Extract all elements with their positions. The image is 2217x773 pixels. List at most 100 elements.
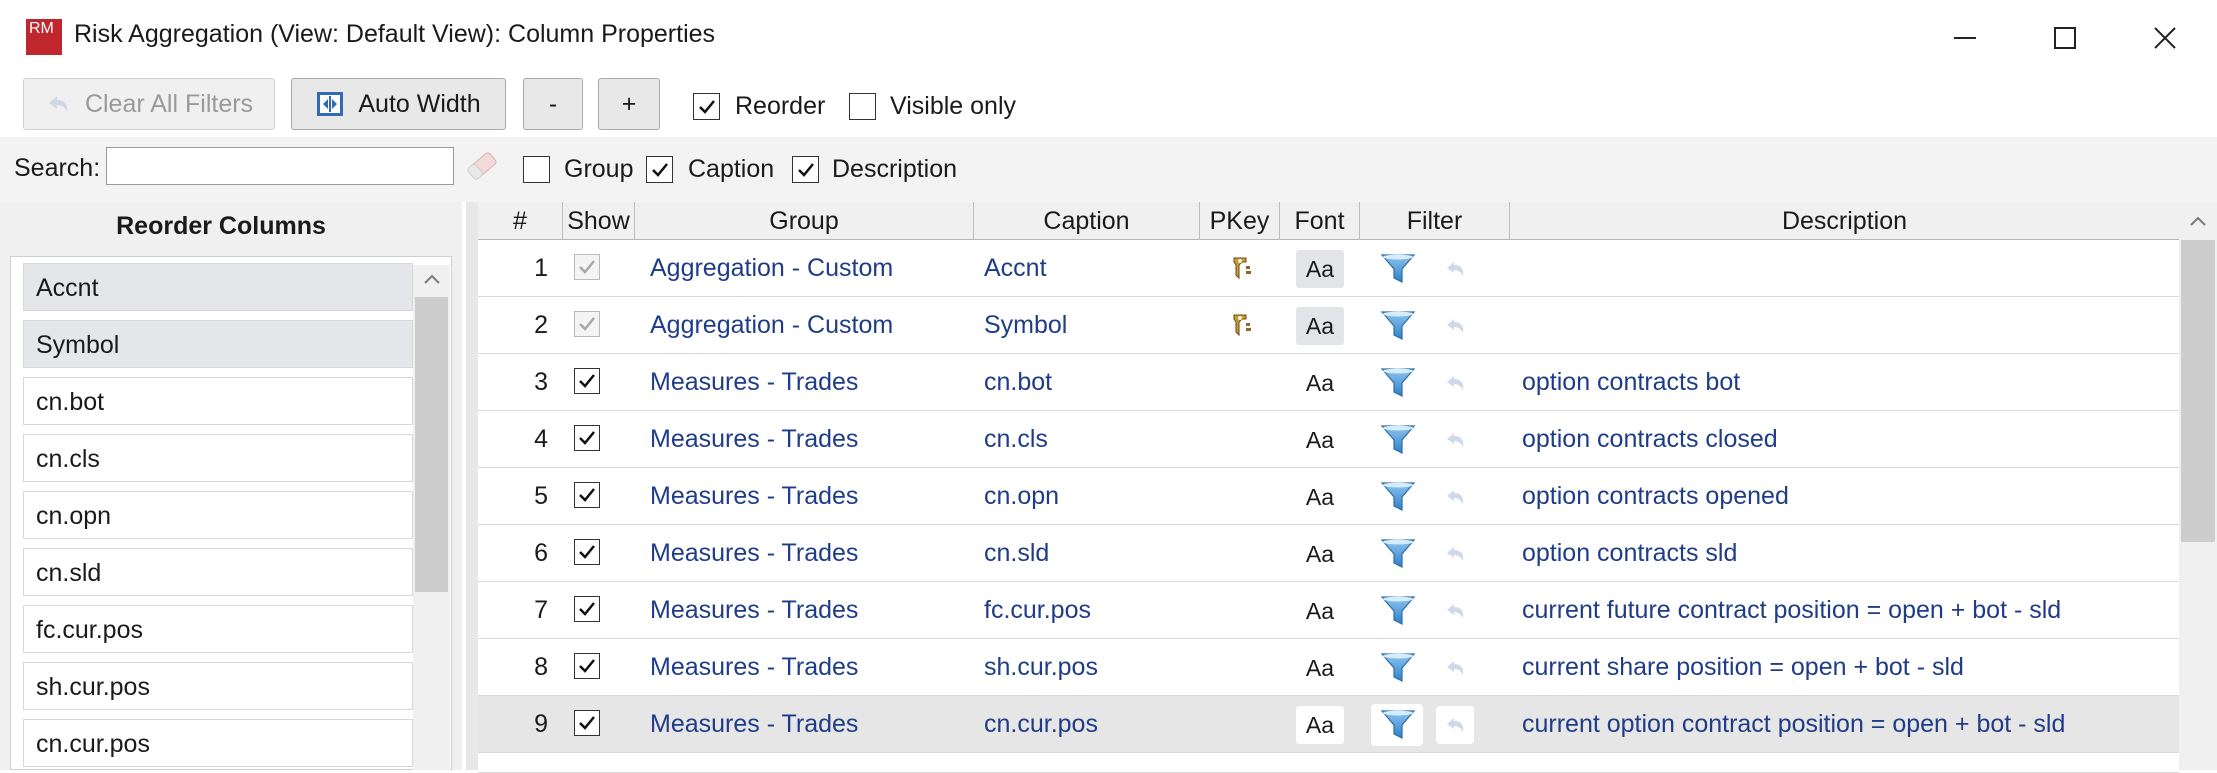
chevron-up-icon[interactable] bbox=[2189, 214, 2207, 228]
table-row[interactable]: 8 Measures - Trades sh.cur.pos Aa current sh… bbox=[478, 639, 2179, 696]
group-cell[interactable]: Measures - Trades bbox=[650, 411, 858, 467]
show-checkbox[interactable] bbox=[574, 653, 600, 679]
filter-icon[interactable] bbox=[1378, 366, 1418, 400]
column-header-caption[interactable]: Caption bbox=[974, 202, 1200, 240]
font-button[interactable]: Aa bbox=[1296, 478, 1344, 516]
caption-cell[interactable]: Symbol bbox=[984, 297, 1067, 353]
filter-icon[interactable] bbox=[1378, 537, 1418, 571]
search-input[interactable] bbox=[106, 147, 454, 185]
list-item[interactable]: cn.opn bbox=[23, 491, 413, 539]
column-header-number[interactable]: # bbox=[478, 202, 563, 240]
filter-icon[interactable] bbox=[1378, 708, 1418, 742]
close-button[interactable] bbox=[2135, 14, 2195, 62]
reorder-checkbox[interactable] bbox=[693, 93, 720, 120]
list-item[interactable]: cn.bot bbox=[23, 377, 413, 425]
group-cell[interactable]: Measures - Trades bbox=[650, 468, 858, 524]
group-cell[interactable]: Measures - Trades bbox=[650, 639, 858, 695]
column-header-show[interactable]: Show bbox=[563, 202, 635, 240]
group-checkbox[interactable] bbox=[523, 156, 550, 183]
table-row[interactable]: 9 Measures - Trades cn.cur.pos Aa current op… bbox=[478, 696, 2179, 753]
column-header-font[interactable]: Font bbox=[1280, 202, 1360, 240]
table-row[interactable]: 1 Aggregation - Custom Accnt Aa bbox=[478, 240, 2179, 297]
font-button[interactable]: Aa bbox=[1296, 592, 1344, 630]
font-button[interactable]: Aa bbox=[1296, 706, 1344, 744]
table-row[interactable]: 4 Measures - Trades cn.cls Aa option contrac… bbox=[478, 411, 2179, 468]
column-header-pkey[interactable]: PKey bbox=[1200, 202, 1280, 240]
caption-cell[interactable]: sh.cur.pos bbox=[984, 639, 1098, 695]
show-checkbox[interactable] bbox=[574, 425, 600, 451]
show-checkbox[interactable] bbox=[574, 710, 600, 736]
table-row[interactable] bbox=[478, 753, 2179, 773]
description-cell[interactable]: current future contract position = open … bbox=[1522, 582, 2061, 638]
filter-icon[interactable] bbox=[1378, 480, 1418, 514]
caption-cell[interactable]: fc.cur.pos bbox=[984, 582, 1091, 638]
show-checkbox[interactable] bbox=[574, 368, 600, 394]
key-icon[interactable] bbox=[1228, 254, 1256, 282]
description-cell[interactable]: current share position = open + bot - sl… bbox=[1522, 639, 1964, 695]
eraser-icon[interactable] bbox=[462, 148, 502, 184]
table-row[interactable]: 3 Measures - Trades cn.bot Aa option contrac… bbox=[478, 354, 2179, 411]
minimize-button[interactable] bbox=[1935, 14, 1995, 62]
clear-filter-button[interactable] bbox=[1436, 250, 1474, 288]
clear-filter-button[interactable] bbox=[1436, 535, 1474, 573]
column-header-filter[interactable]: Filter bbox=[1360, 202, 1510, 240]
column-header-description[interactable]: Description bbox=[1510, 202, 2179, 240]
font-button[interactable]: Aa bbox=[1296, 649, 1344, 687]
group-cell[interactable]: Measures - Trades bbox=[650, 582, 858, 638]
grid-scrollbar-thumb[interactable] bbox=[2181, 240, 2215, 542]
font-button[interactable]: Aa bbox=[1296, 250, 1344, 288]
list-item[interactable]: cn.cls bbox=[23, 434, 413, 482]
caption-cell[interactable]: cn.bot bbox=[984, 354, 1052, 410]
group-cell[interactable]: Measures - Trades bbox=[650, 354, 858, 410]
description-cell[interactable]: option contracts sld bbox=[1522, 525, 1737, 581]
clear-filter-button[interactable] bbox=[1436, 592, 1474, 630]
column-header-group[interactable]: Group bbox=[635, 202, 974, 240]
clear-filter-button[interactable] bbox=[1436, 478, 1474, 516]
show-checkbox[interactable] bbox=[574, 254, 600, 280]
description-cell[interactable]: option contracts opened bbox=[1522, 468, 1789, 524]
caption-cell[interactable]: cn.cur.pos bbox=[984, 696, 1098, 752]
filter-icon[interactable] bbox=[1378, 309, 1418, 343]
caption-cell[interactable]: Accnt bbox=[984, 240, 1047, 296]
font-button[interactable]: Aa bbox=[1296, 364, 1344, 402]
font-button[interactable]: Aa bbox=[1296, 307, 1344, 345]
filter-icon[interactable] bbox=[1378, 423, 1418, 457]
caption-cell[interactable]: cn.cls bbox=[984, 411, 1048, 467]
filter-icon[interactable] bbox=[1378, 594, 1418, 628]
font-button[interactable]: Aa bbox=[1296, 421, 1344, 459]
caption-cell[interactable]: cn.opn bbox=[984, 468, 1059, 524]
group-cell[interactable]: Measures - Trades bbox=[650, 525, 858, 581]
decrease-width-button[interactable]: - bbox=[523, 78, 583, 130]
clear-filter-button[interactable] bbox=[1436, 307, 1474, 345]
caption-cell[interactable]: cn.sld bbox=[984, 525, 1049, 581]
auto-width-button[interactable]: Auto Width bbox=[291, 78, 506, 130]
show-checkbox[interactable] bbox=[574, 596, 600, 622]
description-cell[interactable]: option contracts closed bbox=[1522, 411, 1778, 467]
table-row[interactable]: 6 Measures - Trades cn.sld Aa option contrac… bbox=[478, 525, 2179, 582]
increase-width-button[interactable]: + bbox=[598, 78, 660, 130]
group-cell[interactable]: Aggregation - Custom bbox=[650, 240, 893, 296]
table-row[interactable]: 2 Aggregation - Custom Symbol Aa bbox=[478, 297, 2179, 354]
show-checkbox[interactable] bbox=[574, 482, 600, 508]
show-checkbox[interactable] bbox=[574, 539, 600, 565]
list-item[interactable]: Symbol bbox=[23, 320, 413, 368]
list-item[interactable]: Accnt bbox=[23, 263, 413, 311]
group-cell[interactable]: Aggregation - Custom bbox=[650, 297, 893, 353]
list-item[interactable]: cn.sld bbox=[23, 548, 413, 596]
clear-all-filters-button[interactable]: Clear All Filters bbox=[23, 78, 275, 130]
clear-filter-button[interactable] bbox=[1436, 706, 1474, 744]
description-cell[interactable]: option contracts bot bbox=[1522, 354, 1740, 410]
caption-checkbox[interactable] bbox=[646, 156, 673, 183]
reorder-scrollbar-thumb[interactable] bbox=[415, 297, 448, 592]
table-row[interactable]: 5 Measures - Trades cn.opn Aa option contrac… bbox=[478, 468, 2179, 525]
clear-filter-button[interactable] bbox=[1436, 421, 1474, 459]
visible-only-checkbox[interactable] bbox=[849, 93, 876, 120]
list-item[interactable]: fc.cur.pos bbox=[23, 605, 413, 653]
clear-filter-button[interactable] bbox=[1436, 649, 1474, 687]
font-button[interactable]: Aa bbox=[1296, 535, 1344, 573]
clear-filter-button[interactable] bbox=[1436, 364, 1474, 402]
table-row[interactable]: 7 Measures - Trades fc.cur.pos Aa current fu… bbox=[478, 582, 2179, 639]
chevron-up-icon[interactable] bbox=[423, 272, 441, 286]
filter-icon[interactable] bbox=[1378, 651, 1418, 685]
group-cell[interactable]: Measures - Trades bbox=[650, 696, 858, 752]
